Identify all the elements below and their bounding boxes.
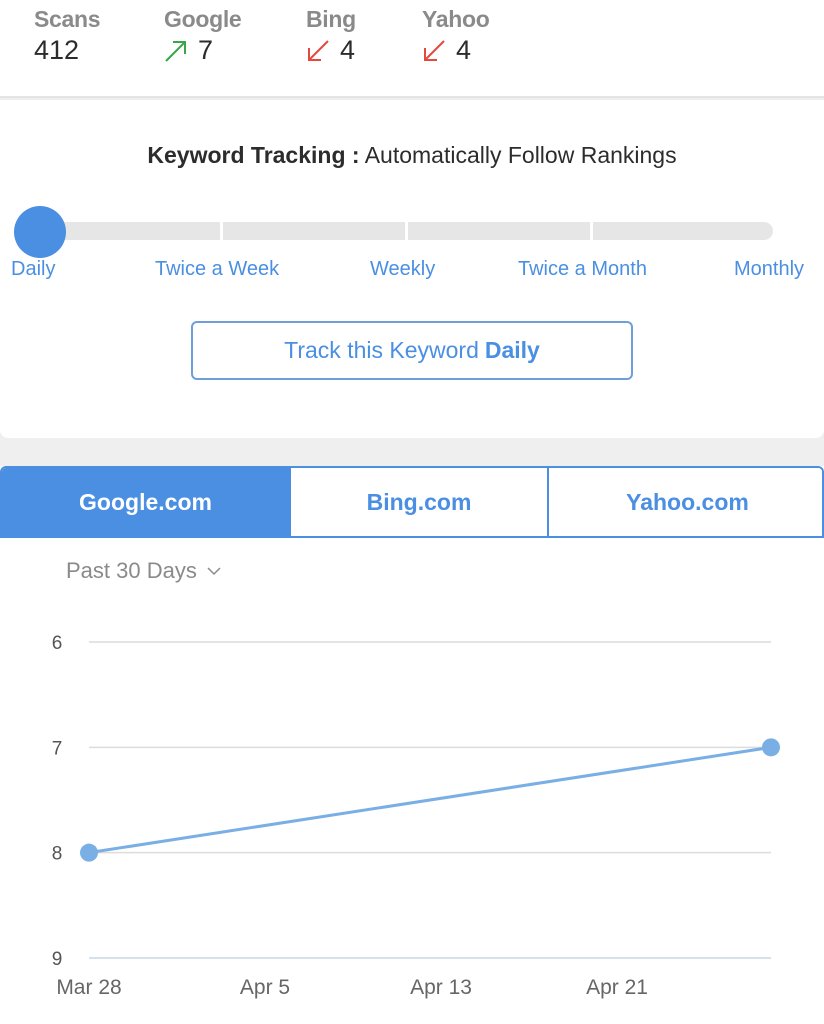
series-line — [88, 745, 772, 855]
y-tick-label: 8 — [52, 844, 63, 865]
y-tick-label: 9 — [52, 949, 63, 970]
x-tick-label: Apr 5 — [240, 976, 290, 999]
ranking-line-chart: 6 7 8 9 Mar 28 Apr 5 Apr 13 Apr 21 — [52, 633, 780, 999]
x-tick-label: Mar 28 — [56, 976, 121, 999]
data-point — [80, 843, 98, 862]
x-tick-label: Apr 13 — [410, 976, 472, 999]
y-tick-label: 7 — [52, 738, 63, 759]
data-point — [762, 738, 780, 757]
y-tick-label: 6 — [52, 633, 63, 654]
x-tick-label: Apr 21 — [586, 976, 648, 999]
